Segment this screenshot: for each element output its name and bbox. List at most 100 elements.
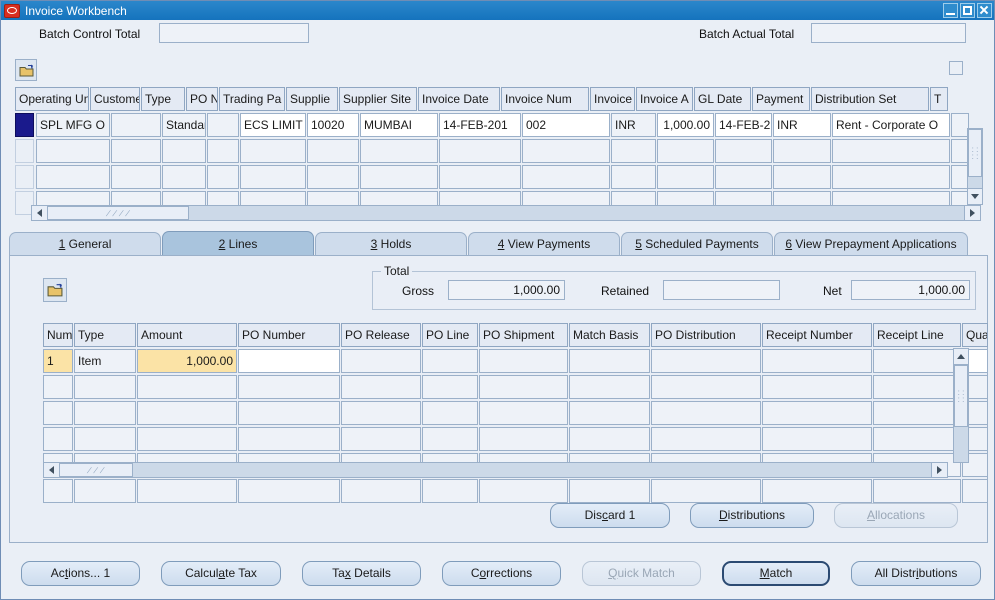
cell-gl-date[interactable]: 14-FEB-2 <box>715 113 772 137</box>
scroll-right-icon[interactable] <box>964 206 980 220</box>
cell-receipt-number[interactable] <box>762 349 872 373</box>
cell-distribution-set[interactable]: Rent - Corporate O <box>832 113 950 137</box>
cell-invoice-a[interactable] <box>657 139 714 163</box>
scroll-right-icon[interactable] <box>931 463 947 477</box>
cell-payment[interactable]: INR <box>773 113 831 137</box>
cell-receipt-number[interactable] <box>762 427 872 451</box>
cell-receipt-line[interactable] <box>873 479 961 503</box>
cell-po-line[interactable] <box>422 375 478 399</box>
cell-po-n[interactable] <box>207 165 239 189</box>
cell-po-release[interactable] <box>341 479 421 503</box>
column-header-po-shipment[interactable]: PO Shipment <box>479 323 568 347</box>
cell-po-shipment[interactable] <box>479 427 568 451</box>
calculate-tax-button[interactable]: Calculate Tax <box>161 561 281 586</box>
cell-type[interactable] <box>74 427 136 451</box>
cell-amount[interactable] <box>137 401 237 425</box>
cell-amount[interactable] <box>137 375 237 399</box>
column-header-custome[interactable]: Custome <box>90 87 140 111</box>
cell-invoice-date[interactable] <box>439 139 521 163</box>
retained-value[interactable] <box>663 280 780 300</box>
cell-supplier-site[interactable] <box>360 165 438 189</box>
cell-po-distribution[interactable] <box>651 427 761 451</box>
cell-po-release[interactable] <box>341 375 421 399</box>
column-header-type[interactable]: Type <box>74 323 136 347</box>
column-header-invoice[interactable]: Invoice <box>590 87 635 111</box>
tab-general[interactable]: 1 General <box>9 232 161 256</box>
lines-grid-vscrollbar[interactable]: : :: : <box>953 348 969 463</box>
table-row[interactable] <box>15 165 965 189</box>
column-header-operating-un[interactable]: Operating Un <box>15 87 89 111</box>
cell-gl-date[interactable] <box>715 165 772 189</box>
tab-view-payments[interactable]: 4 View Payments <box>468 232 620 256</box>
cell-custome[interactable] <box>111 165 161 189</box>
cell-match-basis[interactable] <box>569 401 650 425</box>
cell-po-distribution[interactable] <box>651 375 761 399</box>
cell-invoice-num[interactable] <box>522 139 610 163</box>
column-header-invoice-num[interactable]: Invoice Num <box>501 87 589 111</box>
cell-po-distribution[interactable] <box>651 349 761 373</box>
column-header-po-n[interactable]: PO N <box>186 87 218 111</box>
cell-po-n[interactable] <box>207 113 239 137</box>
column-header-supplie[interactable]: Supplie <box>286 87 338 111</box>
cell-match-basis[interactable] <box>569 427 650 451</box>
maximize-icon[interactable] <box>960 3 975 18</box>
cell-type[interactable] <box>74 479 136 503</box>
lines-grid-hscrollbar[interactable]: / / / <box>43 462 948 478</box>
minimize-icon[interactable] <box>943 3 958 18</box>
table-row[interactable] <box>15 139 965 163</box>
cell-amount[interactable]: 1,000.00 <box>137 349 237 373</box>
close-icon[interactable] <box>977 3 992 18</box>
cell-custome[interactable] <box>111 139 161 163</box>
cell-amount[interactable] <box>137 427 237 451</box>
scroll-left-icon[interactable] <box>44 463 60 477</box>
column-header-num[interactable]: Num <box>43 323 73 347</box>
cell-receipt-number[interactable] <box>762 401 872 425</box>
cell-gl-date[interactable] <box>715 139 772 163</box>
cell-po-n[interactable] <box>207 139 239 163</box>
cell-invoice[interactable] <box>611 139 656 163</box>
batch-actual-total-input[interactable] <box>811 23 966 43</box>
cell-receipt-line[interactable] <box>873 401 961 425</box>
open-folder-icon[interactable] <box>43 278 67 302</box>
record-indicator[interactable] <box>15 139 34 163</box>
cell-po-line[interactable] <box>422 479 478 503</box>
cell-operating-un[interactable] <box>36 139 110 163</box>
table-row[interactable] <box>43 479 948 503</box>
cell-operating-un[interactable]: SPL MFG O <box>36 113 110 137</box>
cell-num[interactable] <box>43 479 73 503</box>
column-header-trading-pa[interactable]: Trading Pa <box>219 87 285 111</box>
cell-num[interactable] <box>43 375 73 399</box>
hscroll-thumb[interactable]: / / / <box>60 463 133 477</box>
cell-po-distribution[interactable] <box>651 401 761 425</box>
tab-view-prepayment-applications[interactable]: 6 View Prepayment Applications <box>774 232 968 256</box>
tax-details-button[interactable]: Tax Details <box>302 561 421 586</box>
header-grid-vscrollbar[interactable]: : :: : <box>967 128 983 205</box>
table-row[interactable] <box>43 401 948 425</box>
cell-num[interactable] <box>43 401 73 425</box>
column-header-type[interactable]: Type <box>141 87 185 111</box>
cell-supplie[interactable] <box>307 165 359 189</box>
cell-payment[interactable] <box>773 165 831 189</box>
hscroll-thumb[interactable]: / / / / <box>48 206 189 220</box>
cell-supplie[interactable]: 10020 <box>307 113 359 137</box>
cell-invoice[interactable] <box>611 165 656 189</box>
cell-operating-un[interactable] <box>36 165 110 189</box>
cell-type[interactable] <box>74 375 136 399</box>
cell-supplier-site[interactable] <box>360 139 438 163</box>
record-indicator[interactable] <box>15 165 34 189</box>
header-grid-hscrollbar[interactable]: / / / / <box>31 205 981 221</box>
cell-receipt-line[interactable] <box>873 375 961 399</box>
cell-po-shipment[interactable] <box>479 401 568 425</box>
cell-po-line[interactable] <box>422 349 478 373</box>
distributions-button[interactable]: Distributions <box>690 503 814 528</box>
actions-1-button[interactable]: Actions... 1 <box>21 561 140 586</box>
batch-control-total-input[interactable] <box>159 23 309 43</box>
header-checkbox[interactable] <box>949 61 963 75</box>
cell-invoice-num[interactable] <box>522 165 610 189</box>
cell-type[interactable] <box>74 401 136 425</box>
table-row[interactable]: SPL MFG OStandarECS LIMIT10020MUMBAI14-F… <box>15 113 965 137</box>
all-distributions-button[interactable]: All Distributions <box>851 561 981 586</box>
cell-trading-pa[interactable] <box>240 165 306 189</box>
column-header-qua[interactable]: Qua <box>962 323 988 347</box>
cell-match-basis[interactable] <box>569 375 650 399</box>
